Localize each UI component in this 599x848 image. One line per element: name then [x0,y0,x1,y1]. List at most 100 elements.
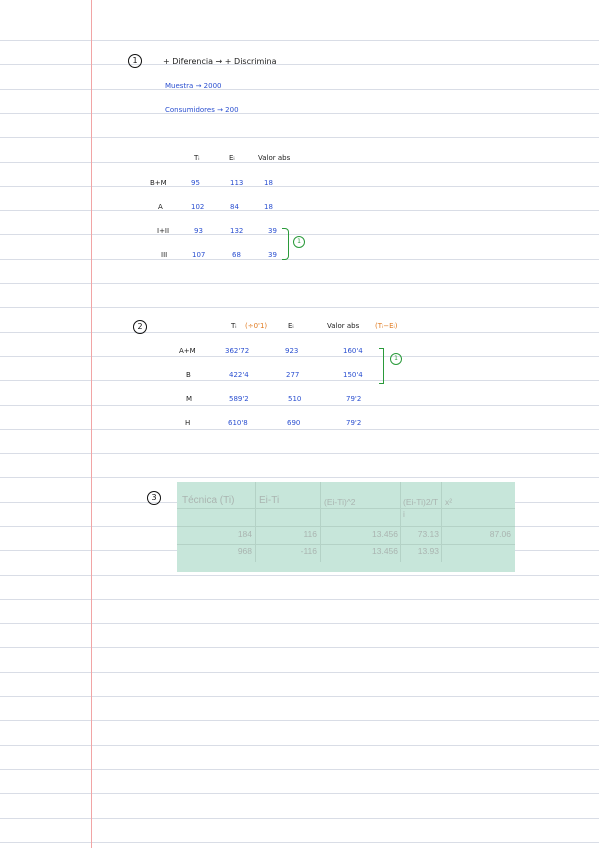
ruled-line [0,477,599,478]
sheet-gridline [177,508,515,509]
s1-row-ti: 93 [194,227,203,235]
sheet-header-cell: Técnica (Ti) [182,495,235,506]
s2-row-abs: 79'2 [346,395,362,403]
s1-row-label: B+M [150,179,167,187]
sheet-gridline [177,544,515,545]
s1-row-ei: 84 [230,203,239,211]
s1-row-ti: 102 [191,203,205,211]
section-1-number: 1 [128,54,142,68]
s2-row-label: M [186,395,193,403]
sheet-cell: 87.06 [489,529,511,539]
ruled-line [0,162,599,163]
s1-header-valor: Valor abs [258,154,291,162]
s2-header-valor: Valor abs [327,322,360,330]
s1-header-ei: Eᵢ [229,154,235,162]
sheet-cell: -116 [300,546,317,556]
s1-row-abs: 18 [264,203,273,211]
ruled-line [0,672,599,673]
ruled-line [0,186,599,187]
ruled-line [0,405,599,406]
ruled-line [0,283,599,284]
ruled-line [0,793,599,794]
sheet-header-cell: x² [445,497,453,507]
s2-row-ti: 362'72 [225,347,250,355]
ruled-line [0,647,599,648]
notebook-page: 1 + Diferencia → + Discrimina Muestra → … [0,0,599,848]
ruled-line [0,40,599,41]
ruled-line [0,745,599,746]
s2-row-ti: 589'2 [229,395,249,403]
ruled-line [0,429,599,430]
ruled-line [0,453,599,454]
s1-bracket [282,228,289,260]
s1-row-abs: 18 [264,179,273,187]
ruled-line [0,234,599,235]
ruled-line [0,575,599,576]
s1-row-ti: 95 [191,179,200,187]
sheet-gridline [255,482,256,562]
s2-row-label: A+M [179,347,196,355]
s2-row-ei: 277 [286,371,300,379]
ruled-line [0,137,599,138]
s1-row-label: III [161,251,168,259]
sheet-gridline [177,526,515,527]
s2-row-abs: 150'4 [343,371,363,379]
s2-header-ti-note: (÷0'1) [245,322,268,330]
consumidores-text: Consumidores → 200 [165,106,239,114]
ruled-line [0,380,599,381]
s2-header-ei: Eᵢ [288,322,294,330]
ruled-line [0,842,599,843]
margin-line [91,0,92,848]
sheet-cell: 968 [237,546,252,556]
s2-row-ti: 422'4 [229,371,249,379]
ruled-line [0,818,599,819]
ruled-line [0,332,599,333]
ruled-line [0,356,599,357]
s2-row-ei: 510 [288,395,302,403]
s2-header-ti: Tᵢ [231,322,237,330]
s1-row-abs: 39 [268,227,277,235]
muestra-text: Muestra → 2000 [165,82,222,90]
s1-row-ti: 107 [192,251,206,259]
s1-row-ei: 113 [230,179,244,187]
s1-row-label: I+II [157,227,170,235]
sheet-cell: 13.456 [372,546,398,556]
ruled-line [0,64,599,65]
s1-row-ei: 132 [230,227,244,235]
s2-note: 1 [390,353,402,365]
ruled-line [0,89,599,90]
sheet-gridline [400,482,401,562]
ruled-line [0,720,599,721]
s2-row-ei: 690 [287,419,301,427]
s2-bracket [379,348,384,384]
ruled-line [0,210,599,211]
ruled-line [0,307,599,308]
ruled-line [0,623,599,624]
sheet-cell: 116 [303,529,317,539]
s2-row-abs: 160'4 [343,347,363,355]
sheet-header-cell: Ei-Ti [259,495,280,506]
sheet-gridline [441,482,442,562]
section-2-number: 2 [133,320,147,334]
ruled-line [0,599,599,600]
s1-note: 1 [293,236,305,248]
sheet-gridline [320,482,321,562]
s1-row-abs: 39 [268,251,277,259]
s2-row-ti: 610'8 [228,419,248,427]
spreadsheet-image: Técnica (Ti) Ei-Ti (Ei-Ti)^2 (Ei-Ti)2/Ti… [177,482,515,572]
section-3-number: 3 [147,491,161,505]
s1-row-label: A [158,203,163,211]
s2-row-abs: 79'2 [346,419,362,427]
s1-row-ei: 68 [232,251,241,259]
ruled-line [0,113,599,114]
ruled-line [0,259,599,260]
sheet-header-cell: (Ei-Ti)^2 [324,497,356,507]
sheet-cell: 184 [237,529,252,539]
s2-row-label: H [185,419,191,427]
sheet-cell: 13.456 [372,529,398,539]
s2-row-label: B [186,371,191,379]
sheet-header-cell: (Ei-Ti)2/Ti [403,497,439,519]
section-1-heading: + Diferencia → + Discrimina [163,57,277,66]
s1-header-ti: Tᵢ [194,154,200,162]
ruled-line [0,769,599,770]
